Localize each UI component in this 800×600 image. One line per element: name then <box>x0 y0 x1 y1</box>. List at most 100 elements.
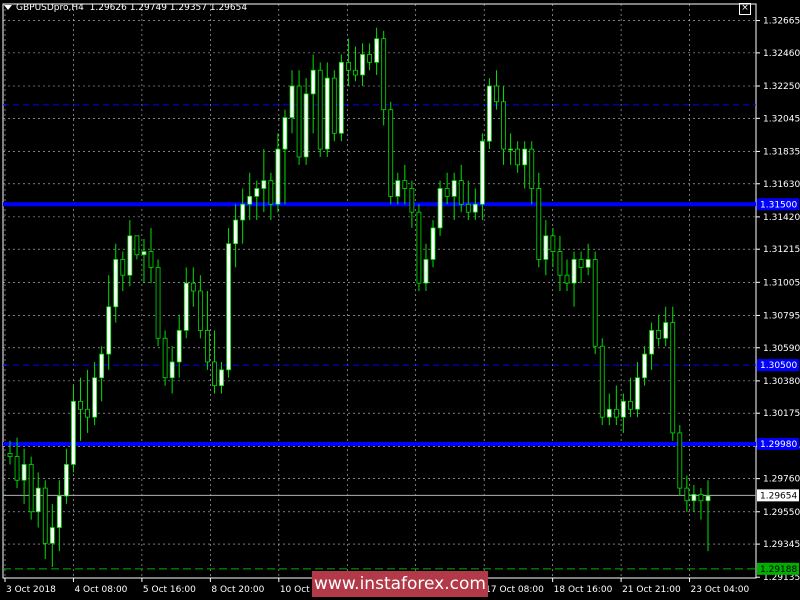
candle-body[interactable] <box>677 432 683 489</box>
candle-body[interactable] <box>444 188 450 197</box>
candle-body[interactable] <box>465 203 471 213</box>
candle-body[interactable] <box>536 188 542 260</box>
candle-body[interactable] <box>395 180 401 197</box>
candle-body[interactable] <box>592 259 598 347</box>
candle-body[interactable] <box>522 148 528 166</box>
candle-body[interactable] <box>212 361 217 387</box>
close-icon[interactable]: × <box>739 3 751 15</box>
candle-body[interactable] <box>14 456 20 481</box>
candle-body[interactable] <box>423 259 429 284</box>
candle-body[interactable] <box>550 235 556 252</box>
candle-body[interactable] <box>557 251 563 276</box>
candle-body[interactable] <box>331 77 337 134</box>
candle-body[interactable] <box>162 337 168 379</box>
candle-body[interactable] <box>261 180 267 189</box>
candle-body[interactable] <box>35 487 41 513</box>
candle-body[interactable] <box>42 487 48 544</box>
candle-body[interactable] <box>479 140 485 205</box>
candle-body[interactable] <box>620 400 626 418</box>
candle-body[interactable] <box>254 188 260 197</box>
price-chart[interactable]: 1.32665 1.32460 1.32250 1.32045 1.31835 1.316… <box>0 0 800 600</box>
candle-body[interactable] <box>691 494 697 502</box>
candle-body[interactable] <box>472 203 478 213</box>
candle-body[interactable] <box>113 259 119 308</box>
candle-body[interactable] <box>176 330 182 363</box>
candle-body[interactable] <box>360 54 365 76</box>
candle-body[interactable] <box>296 85 302 158</box>
candle-body[interactable] <box>92 377 98 418</box>
candle-body[interactable] <box>642 353 647 379</box>
candle-body[interactable] <box>106 306 112 355</box>
candle-body[interactable] <box>317 69 323 150</box>
candle-body[interactable] <box>71 400 76 465</box>
candle-body[interactable] <box>487 85 492 142</box>
candle-body[interactable] <box>409 188 415 213</box>
candle-body[interactable] <box>21 464 27 481</box>
candle-body[interactable] <box>656 330 662 339</box>
candle-body[interactable] <box>416 211 422 284</box>
candle-body[interactable] <box>205 330 210 363</box>
candle-body[interactable] <box>381 38 387 111</box>
candle-body[interactable] <box>289 85 295 118</box>
candle-body[interactable] <box>148 251 154 268</box>
candle-body[interactable] <box>338 61 344 134</box>
candle-body[interactable] <box>353 69 358 76</box>
candle-body[interactable] <box>268 180 274 205</box>
candle-body[interactable] <box>515 148 521 166</box>
dropdown-triangle-icon[interactable] <box>4 5 12 10</box>
candle-body[interactable] <box>310 69 316 95</box>
candle-body[interactable] <box>437 188 443 229</box>
candle-body[interactable] <box>663 322 669 339</box>
candle-body[interactable] <box>529 148 535 189</box>
candle-body[interactable] <box>388 109 394 197</box>
candle-body[interactable] <box>120 259 126 276</box>
candle-body[interactable] <box>303 93 309 158</box>
candle-body[interactable] <box>64 464 69 497</box>
candle-body[interactable] <box>85 408 90 418</box>
candle-body[interactable] <box>613 408 619 418</box>
candle-body[interactable] <box>684 487 690 502</box>
candle-body[interactable] <box>233 219 239 245</box>
candle-body[interactable] <box>282 117 288 150</box>
candle-body[interactable] <box>599 345 605 418</box>
candle-body[interactable] <box>451 180 457 197</box>
candle-body[interactable] <box>226 243 231 371</box>
candle-body[interactable] <box>7 453 13 457</box>
candle-body[interactable] <box>219 369 224 387</box>
candle-body[interactable] <box>501 101 506 150</box>
candle-body[interactable] <box>183 282 189 331</box>
candle-body[interactable] <box>578 259 584 268</box>
candle-body[interactable] <box>374 38 380 63</box>
candle-body[interactable] <box>402 180 408 189</box>
candle-body[interactable] <box>99 353 105 379</box>
candle-body[interactable] <box>670 322 676 434</box>
candle-body[interactable] <box>543 235 549 260</box>
candle-body[interactable] <box>508 148 513 151</box>
candle-body[interactable] <box>190 282 196 292</box>
candle-body[interactable] <box>127 235 133 276</box>
candle-body[interactable] <box>197 290 203 331</box>
candle-body[interactable] <box>564 274 570 284</box>
candle-body[interactable] <box>649 330 654 355</box>
candle-body[interactable] <box>134 235 140 256</box>
candle-body[interactable] <box>275 148 281 205</box>
candle-body[interactable] <box>240 203 246 221</box>
candle-body[interactable] <box>367 54 372 63</box>
candle-body[interactable] <box>247 195 253 205</box>
candle-body[interactable] <box>494 85 499 103</box>
candle-body[interactable] <box>635 377 640 410</box>
candle-body[interactable] <box>458 180 464 205</box>
candle-body[interactable] <box>430 227 436 260</box>
candle-body[interactable] <box>56 495 62 528</box>
candle-body[interactable] <box>49 527 55 544</box>
candle-body[interactable] <box>571 259 577 284</box>
candle-body[interactable] <box>346 61 351 71</box>
candle-body[interactable] <box>705 495 711 502</box>
candle-body[interactable] <box>155 266 161 339</box>
candle-body[interactable] <box>169 361 175 379</box>
candle-body[interactable] <box>585 259 591 268</box>
candle-body[interactable] <box>141 251 147 256</box>
candle-body[interactable] <box>606 408 612 418</box>
candle-body[interactable] <box>78 400 83 410</box>
candle-body[interactable] <box>698 494 704 502</box>
